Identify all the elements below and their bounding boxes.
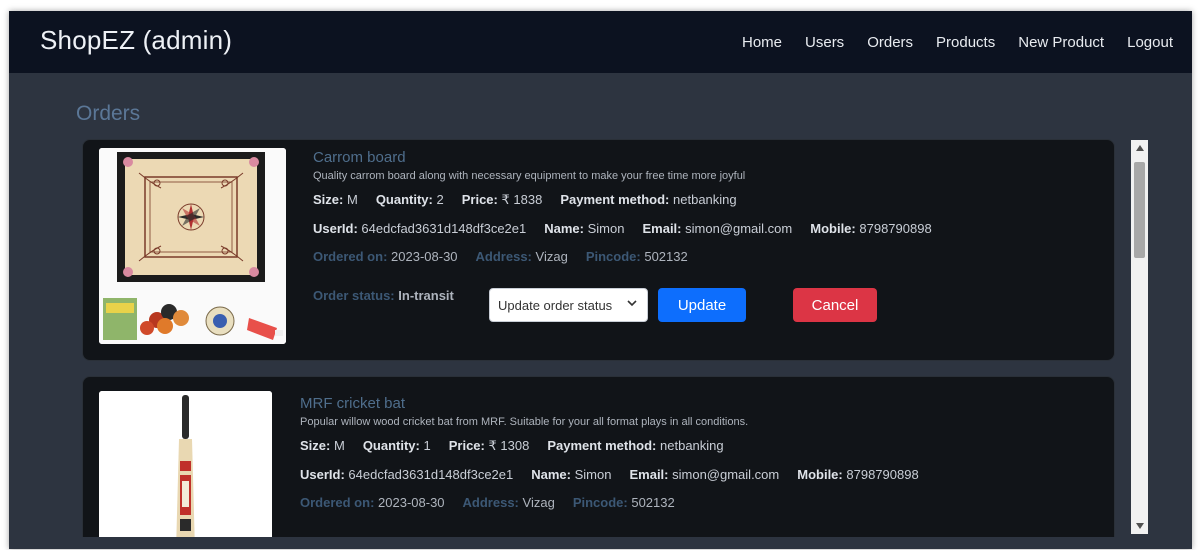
address-label: Address: [462,495,519,510]
order-details-row: Size: M Quantity: 1 Price: ₹ 1308 Paymen… [300,438,919,454]
email-label: Email: [629,467,669,482]
app-window: ShopEZ (admin) Home Users Orders Product… [9,11,1192,549]
mobile-label: Mobile: [810,221,856,236]
pincode-value: 502132 [631,495,675,510]
scroll-down-arrow-icon[interactable] [1131,518,1148,534]
price-value: ₹ 1308 [488,438,530,453]
product-description: Popular willow wood cricket bat from MRF… [300,416,749,428]
chevron-down-icon [627,300,637,307]
userid-value: 64edcfad3631d148df3ce2e1 [361,221,527,236]
order-details-row: Size: M Quantity: 2 Price: ₹ 1838 Paymen… [313,192,932,208]
email-value: simon@gmail.com [685,221,793,236]
pincode-value: 502132 [644,249,688,264]
quantity-label: Quantity: [375,192,433,207]
nav-orders[interactable]: Orders [867,34,913,51]
order-status-value: In-transit [398,288,454,303]
order-status-label: Order status: [313,288,395,303]
size-value: M [346,192,358,207]
nav-users[interactable]: Users [805,34,844,51]
payment-value: netbanking [673,192,737,207]
ordered-on-value: 2023-08-30 [391,249,458,264]
product-description: Quality carrom board along with necessar… [313,170,746,182]
userid-value: 64edcfad3631d148df3ce2e1 [348,467,514,482]
user-details-row: UserId: 64edcfad3631d148df3ce2e1 Name: S… [313,221,932,236]
quantity-value: 2 [436,192,444,207]
carrom-board-icon [99,148,286,344]
email-value: simon@gmail.com [672,467,780,482]
order-card: MRF cricket bat Popular willow wood cric… [82,376,1115,537]
address-value: Vizag [535,249,568,264]
pincode-label: Pincode: [572,495,628,510]
order-status-select[interactable]: Update order status [489,288,648,322]
payment-value: netbanking [660,438,724,453]
size-value: M [333,438,345,453]
name-value: Simon [574,467,612,482]
nav-links: Home Users Orders Products New Product L… [742,11,1173,73]
address-value: Vizag [522,495,555,510]
size-label: Size: [300,438,331,453]
mobile-label: Mobile: [797,467,843,482]
order-status: Order status: In-transit [313,288,454,303]
order-card: Carrom board Quality carrom board along … [82,139,1115,361]
nav-logout[interactable]: Logout [1127,34,1173,51]
quantity-label: Quantity: [362,438,420,453]
delivery-details-row: Ordered on: 2023-08-30 Address: Vizag Pi… [300,495,919,510]
cricket-bat-icon [99,391,272,537]
ordered-on-label: Ordered on: [313,249,388,264]
name-value: Simon [587,221,625,236]
brand-logo[interactable]: ShopEZ (admin) [40,25,232,56]
ordered-on-value: 2023-08-30 [378,495,445,510]
orders-list: Carrom board Quality carrom board along … [82,139,1147,537]
page-title: Orders [76,102,141,125]
size-label: Size: [313,192,344,207]
ordered-on-label: Ordered on: [300,495,375,510]
name-label: Name: [531,467,571,482]
update-button[interactable]: Update [658,288,746,322]
email-label: Email: [642,221,682,236]
cancel-button[interactable]: Cancel [793,288,877,322]
order-info: Carrom board Quality carrom board along … [313,149,932,264]
delivery-details-row: Ordered on: 2023-08-30 Address: Vizag Pi… [313,249,932,264]
orders-scrollbar[interactable] [1131,140,1148,534]
order-status-select-value: Update order status [498,298,613,313]
product-title: Carrom board [313,149,406,166]
userid-label: UserId: [300,467,345,482]
pincode-label: Pincode: [585,249,641,264]
nav-home[interactable]: Home [742,34,782,51]
nav-new-product[interactable]: New Product [1018,34,1104,51]
scrollbar-thumb[interactable] [1134,162,1145,258]
product-title: MRF cricket bat [300,395,406,412]
name-label: Name: [544,221,584,236]
scroll-up-arrow-icon[interactable] [1131,140,1148,156]
price-label: Price: [461,192,498,207]
navbar: ShopEZ (admin) Home Users Orders Product… [9,11,1192,73]
nav-products[interactable]: Products [936,34,995,51]
userid-label: UserId: [313,221,358,236]
mobile-value: 8798790898 [846,467,919,482]
address-label: Address: [475,249,532,264]
order-info: MRF cricket bat Popular willow wood cric… [300,395,919,510]
payment-label: Payment method: [560,192,670,207]
mobile-value: 8798790898 [859,221,932,236]
price-label: Price: [448,438,485,453]
price-value: ₹ 1838 [501,192,543,207]
user-details-row: UserId: 64edcfad3631d148df3ce2e1 Name: S… [300,467,919,482]
quantity-value: 1 [423,438,431,453]
payment-label: Payment method: [547,438,657,453]
